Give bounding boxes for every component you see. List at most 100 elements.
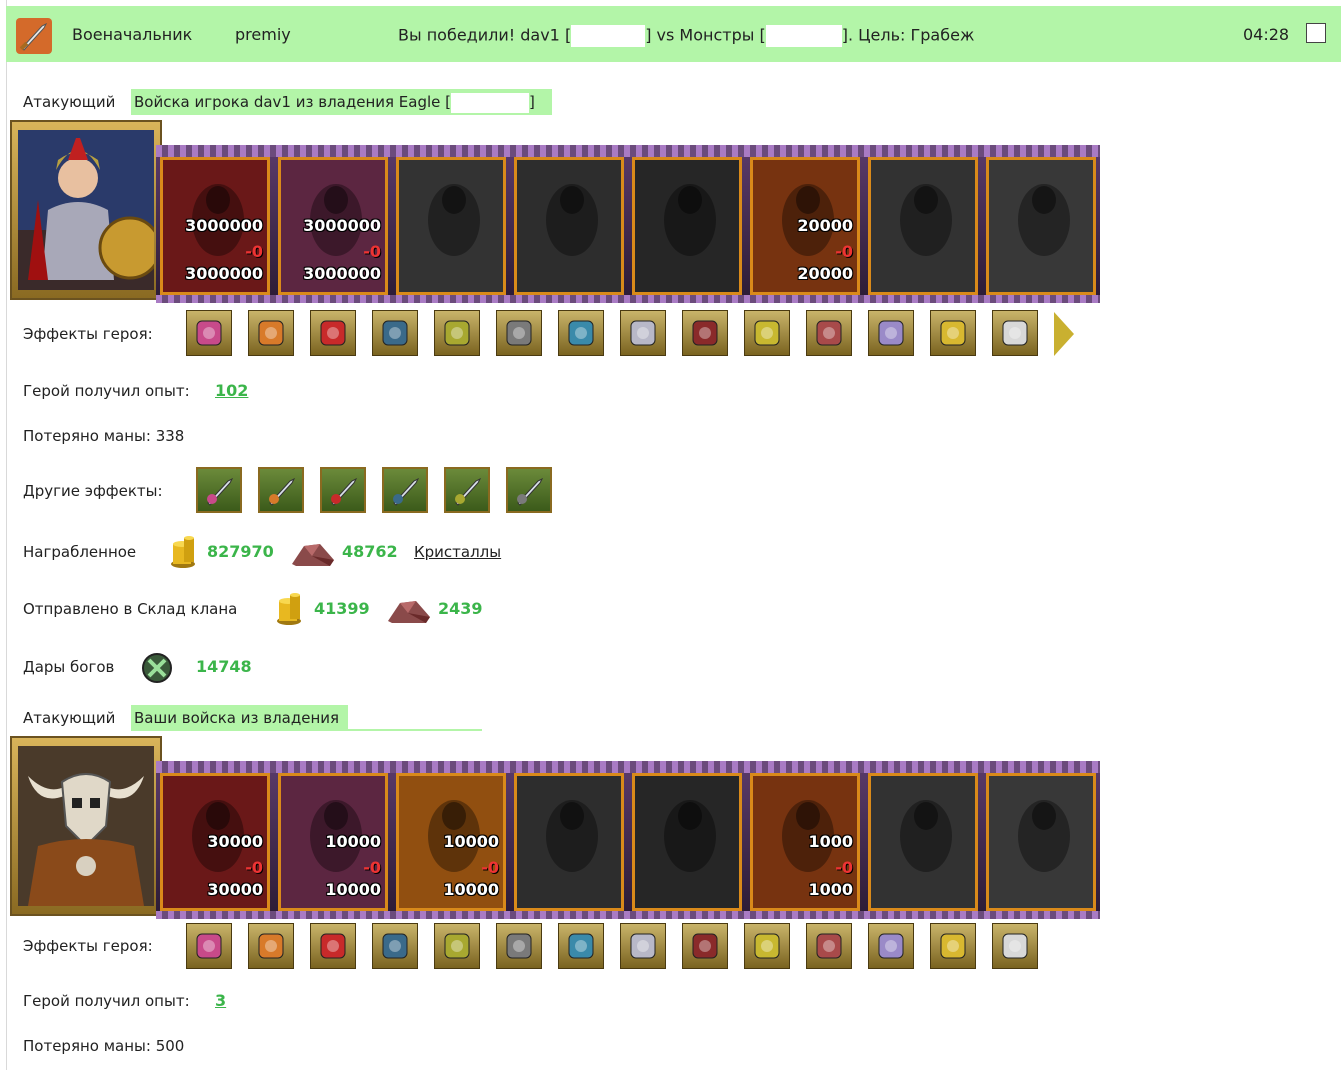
- attacker-label: Атакующий: [23, 93, 116, 111]
- army-title: Войска игрока dav1 из владения Eagle []: [131, 89, 552, 115]
- unit-creature-icon: [635, 160, 739, 292]
- mana-lost: Потеряно маны: 500: [23, 1037, 185, 1055]
- blue-gem-icon[interactable]: [558, 310, 604, 356]
- blue-sword-icon[interactable]: [320, 467, 366, 513]
- strip-border: [156, 145, 1100, 157]
- blue-boots-icon[interactable]: [992, 923, 1038, 969]
- unit-creature-icon: [989, 160, 1093, 292]
- army-panel: 30000 -0 30000 10000 -0 10000 10000 -0 10000 1000…: [10, 736, 1100, 920]
- amulet-icon[interactable]: [682, 310, 728, 356]
- gift-box-icon[interactable]: [186, 310, 232, 356]
- xp-boost-icon[interactable]: [196, 467, 242, 513]
- unit-card[interactable]: 3000000 -0 3000000: [278, 157, 388, 295]
- unit-card[interactable]: 1000 -0 1000: [750, 773, 860, 911]
- strip-border: [156, 911, 1100, 919]
- silver-ring-icon[interactable]: [868, 310, 914, 356]
- unit-card[interactable]: 3000000 -0 3000000: [160, 157, 270, 295]
- round-shield-icon[interactable]: [806, 923, 852, 969]
- ore-icon: [386, 597, 432, 629]
- hero-portrait[interactable]: [10, 736, 162, 916]
- gold-ore-icon[interactable]: [186, 923, 232, 969]
- battle-time: 04:28: [1243, 25, 1290, 44]
- hero-portrait[interactable]: [10, 120, 162, 300]
- shield-icon[interactable]: [372, 310, 418, 356]
- unit-strip: 3000000 -0 3000000 3000000 -0 3000000 20000 -0 2…: [156, 145, 1100, 303]
- fist-sword-icon[interactable]: [506, 467, 552, 513]
- green-sword-icon[interactable]: [258, 467, 304, 513]
- unit-card[interactable]: [514, 157, 624, 295]
- hero-exp-label: Герой получил опыт:: [23, 992, 190, 1010]
- golden-harp-icon[interactable]: [930, 310, 976, 356]
- unit-card[interactable]: 30000 -0 30000: [160, 773, 270, 911]
- sent-gold-value: 41399: [314, 599, 370, 618]
- next-arrow-icon[interactable]: [1054, 312, 1074, 356]
- unit-card[interactable]: [514, 773, 624, 911]
- unit-creature-icon: [635, 776, 739, 908]
- unit-count-after: 20000: [797, 264, 853, 283]
- unit-creature-icon: [517, 776, 621, 908]
- sent-ore-value: 2439: [438, 599, 483, 618]
- blue-gem-icon[interactable]: [310, 923, 356, 969]
- unit-card[interactable]: [868, 773, 978, 911]
- unit-loss: -0: [363, 242, 381, 261]
- unit-count-before: 10000: [325, 832, 381, 851]
- unit-loss: -0: [245, 242, 263, 261]
- unit-strip: 30000 -0 30000 10000 -0 10000 10000 -0 10000 1000…: [156, 761, 1100, 919]
- divine-gift-icon: [141, 652, 173, 688]
- scroll-stack-icon[interactable]: [620, 310, 666, 356]
- strip-border: [156, 295, 1100, 303]
- loot-gold-value: 827970: [207, 542, 274, 561]
- unit-count-before: 10000: [443, 832, 499, 851]
- crystal-armor-icon[interactable]: [496, 923, 542, 969]
- gold-ore-icon[interactable]: [434, 310, 480, 356]
- scroll-icon[interactable]: [868, 923, 914, 969]
- treasure-chest-icon[interactable]: [248, 310, 294, 356]
- armor-icon[interactable]: [248, 923, 294, 969]
- hero-exp-value-link[interactable]: 3: [215, 991, 226, 1010]
- gold-ring-icon[interactable]: [620, 923, 666, 969]
- heart-icon[interactable]: [310, 310, 356, 356]
- sent-to-clan-label: Отправлено в Склад клана: [23, 600, 238, 618]
- unit-card[interactable]: [986, 157, 1096, 295]
- army-panel: 3000000 -0 3000000 3000000 -0 3000000 20000 -0 2…: [10, 120, 1100, 304]
- unit-card[interactable]: 20000 -0 20000: [750, 157, 860, 295]
- select-checkbox[interactable]: [1306, 23, 1326, 43]
- tankard-icon[interactable]: [682, 923, 728, 969]
- unit-card[interactable]: [868, 157, 978, 295]
- unit-count-after: 10000: [325, 880, 381, 899]
- unit-count-after: 10000: [443, 880, 499, 899]
- unit-count-after: 1000: [808, 880, 853, 899]
- title-underline: [345, 729, 482, 731]
- purple-ring-icon[interactable]: [558, 923, 604, 969]
- fist-sword-icon[interactable]: [382, 467, 428, 513]
- red-cloak-icon[interactable]: [930, 923, 976, 969]
- unit-creature-icon: [871, 160, 975, 292]
- armor-icon[interactable]: [496, 310, 542, 356]
- gold-coins-icon: [168, 536, 198, 572]
- bracelet-icon[interactable]: [806, 310, 852, 356]
- unit-card[interactable]: [632, 157, 742, 295]
- fist-sword-icon[interactable]: [444, 467, 490, 513]
- battle-result: Вы победили! dav1 [] vs Монстры []. Цель…: [398, 25, 974, 47]
- unit-creature-icon: [989, 776, 1093, 908]
- unit-count-after: 3000000: [303, 264, 381, 283]
- tribal-mask-icon[interactable]: [372, 923, 418, 969]
- unit-card[interactable]: [986, 773, 1096, 911]
- crystals-link[interactable]: Кристаллы: [414, 543, 501, 561]
- player-name[interactable]: premiy: [235, 25, 291, 44]
- hero-image: [18, 746, 154, 906]
- unit-creature-icon: [517, 160, 621, 292]
- gold-armor-icon[interactable]: [744, 310, 790, 356]
- redacted-box: [765, 25, 842, 47]
- wand-icon[interactable]: [744, 923, 790, 969]
- hero-effects-list: [186, 923, 1086, 971]
- strip-border: [156, 761, 1100, 773]
- key-icon[interactable]: [992, 310, 1038, 356]
- unit-card[interactable]: [396, 157, 506, 295]
- hero-exp-label: Герой получил опыт:: [23, 382, 190, 400]
- unit-card[interactable]: [632, 773, 742, 911]
- unit-card[interactable]: 10000 -0 10000: [278, 773, 388, 911]
- hero-exp-value-link[interactable]: 102: [215, 381, 248, 400]
- amulet-icon[interactable]: [434, 923, 480, 969]
- unit-card[interactable]: 10000 -0 10000: [396, 773, 506, 911]
